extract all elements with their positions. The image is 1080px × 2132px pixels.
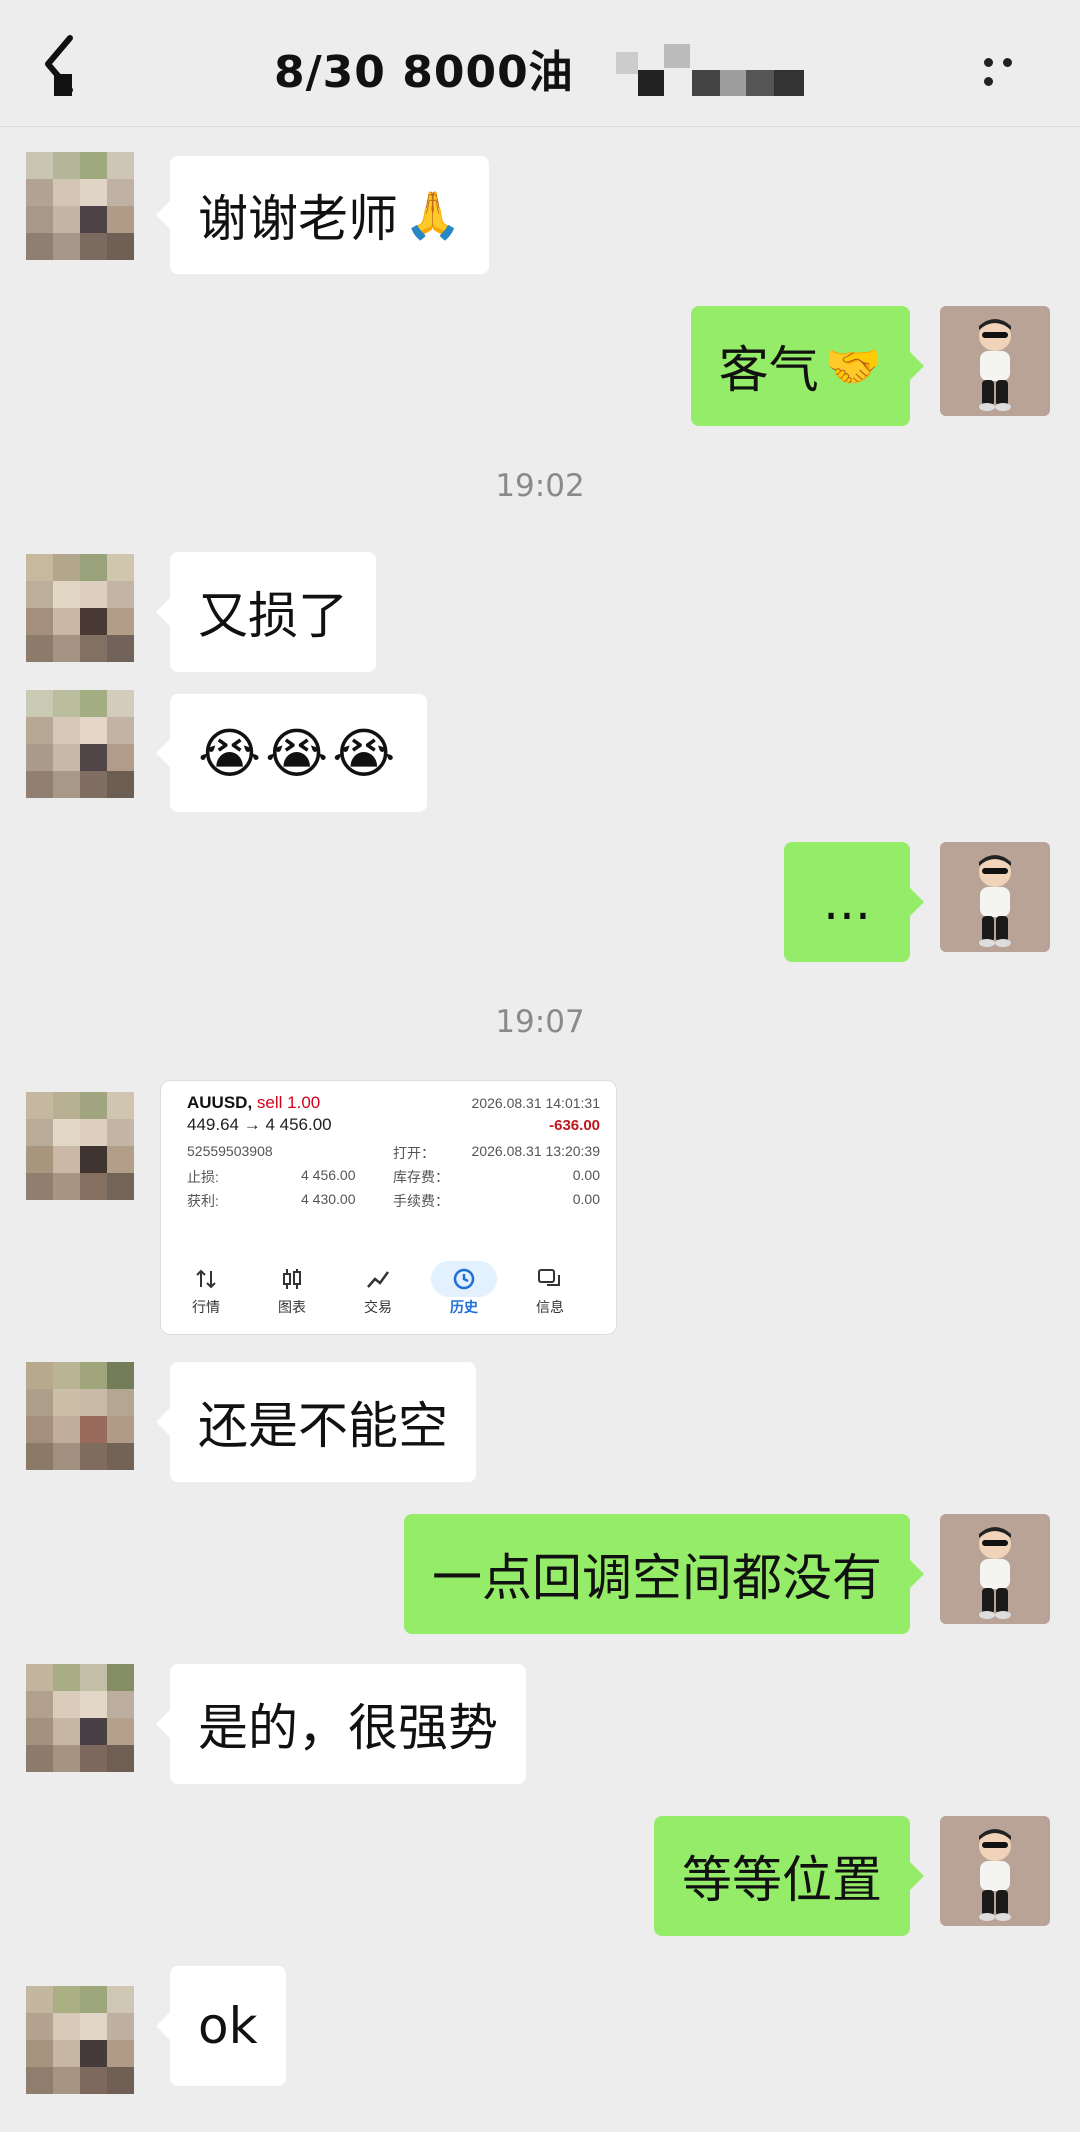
tab-label: 行情 [192,1299,220,1315]
self-avatar[interactable] [940,1816,1050,1926]
message-bubble[interactable]: ... [784,842,924,962]
message-row: ok [0,1966,1080,2094]
chat-title: 8/30 8000油 [0,36,1080,102]
arrows-updown-icon [196,1269,216,1289]
symbol-text: AUUSD, [187,1093,253,1112]
tab-label: 图表 [278,1299,306,1315]
trade-app-tabbar: 行情 图表 交易 历史 信息 [171,1261,606,1331]
open-label: 打开： [393,1145,435,1161]
trade-price: 449.64 → 4 456.00 [187,1115,332,1134]
message-text: 还是不能空 [198,1397,448,1455]
message-row: 还是不能空 [0,1362,1080,1482]
message-text: 等等位置 [682,1851,882,1909]
chat-bubbles-icon [538,1269,560,1286]
message-row: 是的，很强势 [0,1664,1080,1784]
contact-avatar[interactable] [26,690,134,798]
pray-emoji-icon: 🙏 [404,187,462,242]
self-avatar[interactable] [940,1514,1050,1624]
fee-value: 0.00 [572,1191,600,1207]
message-text: 是的，很强势 [198,1699,498,1757]
tab-trade[interactable]: 交易 [343,1261,413,1317]
contact-avatar[interactable] [26,1092,134,1200]
message-bubble[interactable]: 客气 🤝 [690,306,925,426]
message-bubble[interactable]: 😭😭😭 [155,694,428,812]
message-text: ... [823,873,871,931]
trade-side: sell 1.00 [256,1093,321,1112]
swap-value: 0.00 [572,1167,600,1183]
timestamp: 19:02 [495,468,585,504]
message-bubble[interactable]: 还是不能空 [156,1362,476,1482]
message-row: 客气 🤝 [0,306,1080,426]
crying-emoji-icon: 😭😭😭 [198,721,400,785]
message-row: 😭😭😭 [0,690,1080,812]
self-avatar[interactable] [940,842,1050,952]
tab-label: 历史 [450,1299,478,1315]
message-bubble[interactable]: 谢谢老师 🙏 [155,156,490,274]
fee-label: 手续费： [393,1193,449,1209]
more-dots-icon[interactable] [984,52,1040,86]
trade-symbol: AUUSD, sell 1.00 [187,1093,320,1113]
tab-quotes[interactable]: 行情 [171,1261,241,1317]
contact-avatar[interactable] [26,152,134,260]
message-bubble[interactable]: ok [156,1966,286,2086]
contact-avatar[interactable] [26,1986,134,2094]
self-avatar[interactable] [940,306,1050,416]
message-text: 谢谢老师 [198,190,398,248]
message-row: 等等位置 [0,1816,1080,1936]
tp-value: 4 430.00 [301,1191,356,1207]
message-row: 又损了 [0,552,1080,672]
tab-history[interactable]: 历史 [429,1261,499,1317]
swap-label: 库存费： [393,1169,449,1185]
tab-label: 交易 [364,1299,392,1315]
contact-avatar[interactable] [26,554,134,662]
tp-label: 获利: [187,1193,219,1209]
order-number: 52559503908 [187,1143,273,1159]
tab-chart[interactable]: 图表 [257,1261,327,1317]
chat-header: 8/30 8000油 [0,0,1080,127]
message-row: ... [0,842,1080,962]
message-bubble[interactable]: 等等位置 [654,1816,924,1936]
trade-screenshot-image[interactable]: AUUSD, sell 1.00 449.64 → 4 456.00 2026.… [160,1080,617,1335]
message-text: ok [198,1997,258,2055]
close-time: 2026.08.31 14:01:31 [471,1095,600,1111]
open-time: 2026.08.31 13:20:39 [471,1143,600,1159]
handshake-emoji-icon: 🤝 [824,338,882,393]
message-bubble[interactable]: 是的，很强势 [156,1664,526,1784]
tab-messages[interactable]: 信息 [515,1261,585,1317]
message-text: 一点回调空间都没有 [432,1549,882,1607]
message-text: 又损了 [198,587,348,645]
message-row: 谢谢老师 🙏 [0,152,1080,274]
message-text: 客气 [718,341,819,399]
message-row: 一点回调空间都没有 [0,1514,1080,1634]
redacted-name [616,44,806,98]
sl-value: 4 456.00 [301,1167,356,1183]
message-bubble[interactable]: 一点回调空间都没有 [404,1514,924,1634]
timestamp: 19:07 [495,1004,585,1040]
history-clock-icon [453,1268,475,1290]
contact-avatar[interactable] [26,1664,134,1772]
sl-label: 止损: [187,1169,219,1185]
message-bubble[interactable]: 又损了 [156,552,376,672]
contact-avatar[interactable] [26,1362,134,1470]
candlestick-icon [283,1269,301,1289]
trade-pnl: -636.00 [549,1117,600,1134]
chat-title-text: 8/30 8000油 [273,47,574,98]
tab-label: 信息 [536,1299,564,1315]
trend-line-icon [367,1271,390,1288]
